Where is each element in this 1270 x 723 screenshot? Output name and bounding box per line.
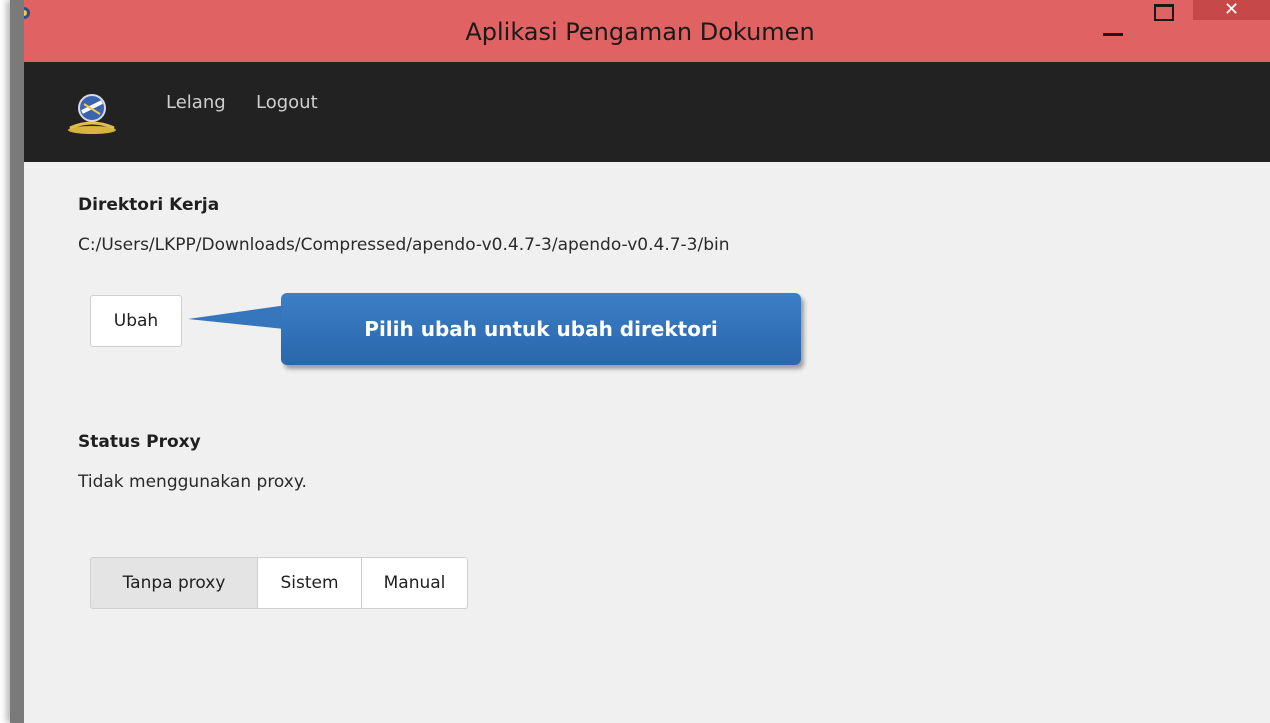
directory-heading: Direktori Kerja (78, 195, 220, 215)
nav-lelang[interactable]: Lelang (166, 92, 226, 113)
change-directory-button[interactable]: Ubah (90, 295, 182, 347)
settings-content: Direktori Kerja C:/Users/LKPP/Downloads/… (24, 162, 1270, 723)
lkpp-logo-icon (68, 94, 116, 134)
title-bar: Aplikasi Pengaman Dokumen ✕ (10, 0, 1270, 62)
minimize-button[interactable] (1095, 0, 1135, 36)
proxy-status: Tidak menggunakan proxy. (78, 472, 307, 492)
proxy-option-system[interactable]: Sistem (258, 557, 362, 609)
window-title: Aplikasi Pengaman Dokumen (465, 18, 815, 46)
directory-path: C:/Users/LKPP/Downloads/Compressed/apend… (78, 235, 730, 255)
close-icon: ✕ (1223, 0, 1240, 20)
minimize-icon (1103, 33, 1123, 36)
proxy-mode-selector: Tanpa proxy Sistem Manual (90, 557, 468, 609)
proxy-heading: Status Proxy (78, 432, 201, 452)
maximize-icon (1154, 4, 1174, 21)
window-left-border (10, 0, 24, 723)
proxy-option-none[interactable]: Tanpa proxy (90, 557, 258, 609)
maximize-button[interactable] (1148, 0, 1188, 30)
nav-logout[interactable]: Logout (256, 92, 318, 113)
close-button[interactable]: ✕ (1193, 0, 1270, 20)
instruction-callout: Pilih ubah untuk ubah direktori (281, 293, 801, 365)
proxy-option-manual[interactable]: Manual (362, 557, 468, 609)
top-navbar: Lelang Logout (24, 62, 1270, 162)
app-window: Aplikasi Pengaman Dokumen ✕ Lelang Logou… (10, 0, 1270, 723)
